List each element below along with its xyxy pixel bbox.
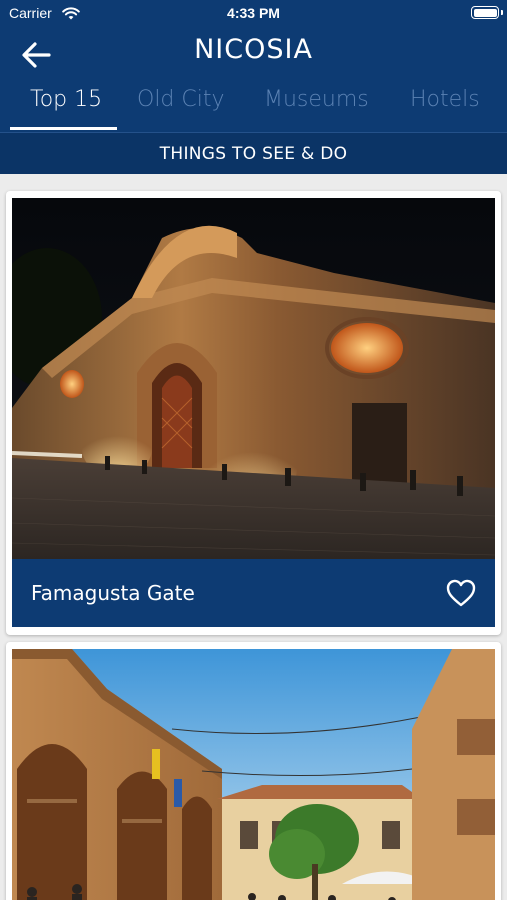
- app-screen: Carrier 4:33 PM NICOSIA Top 15 Old City …: [0, 0, 507, 900]
- header: Carrier 4:33 PM NICOSIA Top 15 Old City …: [0, 0, 507, 174]
- battery-icon: [471, 6, 499, 19]
- favorite-button[interactable]: [445, 578, 477, 608]
- tab-hotels[interactable]: Hotels: [410, 87, 480, 112]
- tab-indicator: [10, 127, 117, 130]
- tab-bar: Top 15 Old City Museums Hotels: [0, 82, 507, 130]
- place-photo[interactable]: [12, 198, 495, 559]
- place-card-footer: Famagusta Gate: [12, 559, 495, 627]
- tab-museums[interactable]: Museums: [264, 87, 369, 112]
- status-bar: Carrier 4:33 PM: [0, 0, 507, 28]
- places-list[interactable]: Famagusta Gate: [0, 174, 507, 900]
- tab-top-15[interactable]: Top 15: [30, 87, 102, 112]
- place-card[interactable]: Famagusta Gate: [6, 191, 501, 635]
- battery-tip: [501, 10, 503, 15]
- clock: 4:33 PM: [227, 5, 280, 21]
- section-title: THINGS TO SEE & DO: [0, 132, 507, 174]
- tab-old-city[interactable]: Old City: [137, 87, 225, 112]
- place-photo[interactable]: [12, 649, 495, 900]
- place-card[interactable]: [6, 642, 501, 900]
- heart-outline-icon: [446, 579, 476, 607]
- place-name[interactable]: Famagusta Gate: [31, 581, 195, 605]
- page-title: NICOSIA: [194, 34, 313, 65]
